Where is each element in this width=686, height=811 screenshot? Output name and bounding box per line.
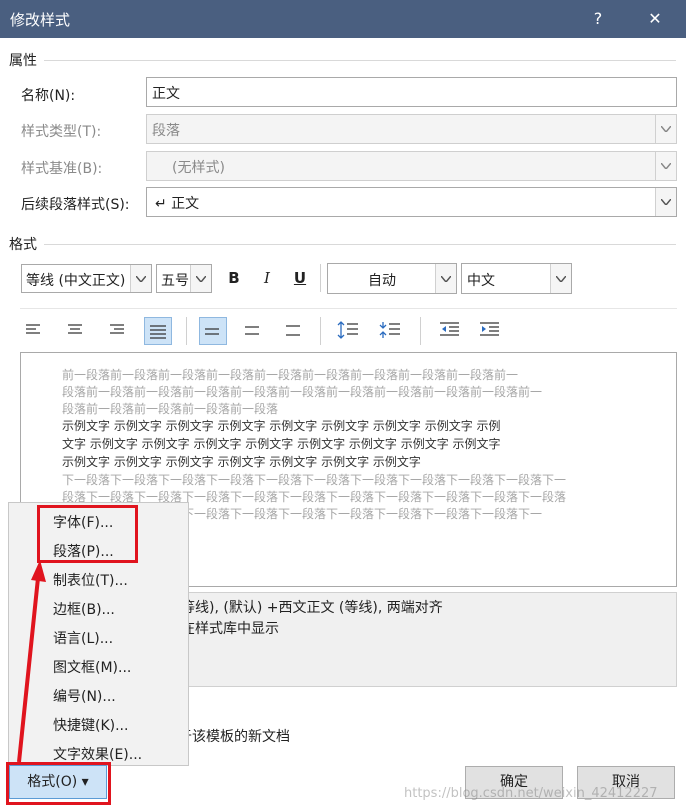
annotation-arrow-icon [17, 560, 46, 763]
highlight-box-format-button [6, 762, 111, 805]
watermark: https://blog.csdn.net/weixin_42412227 [404, 786, 658, 801]
